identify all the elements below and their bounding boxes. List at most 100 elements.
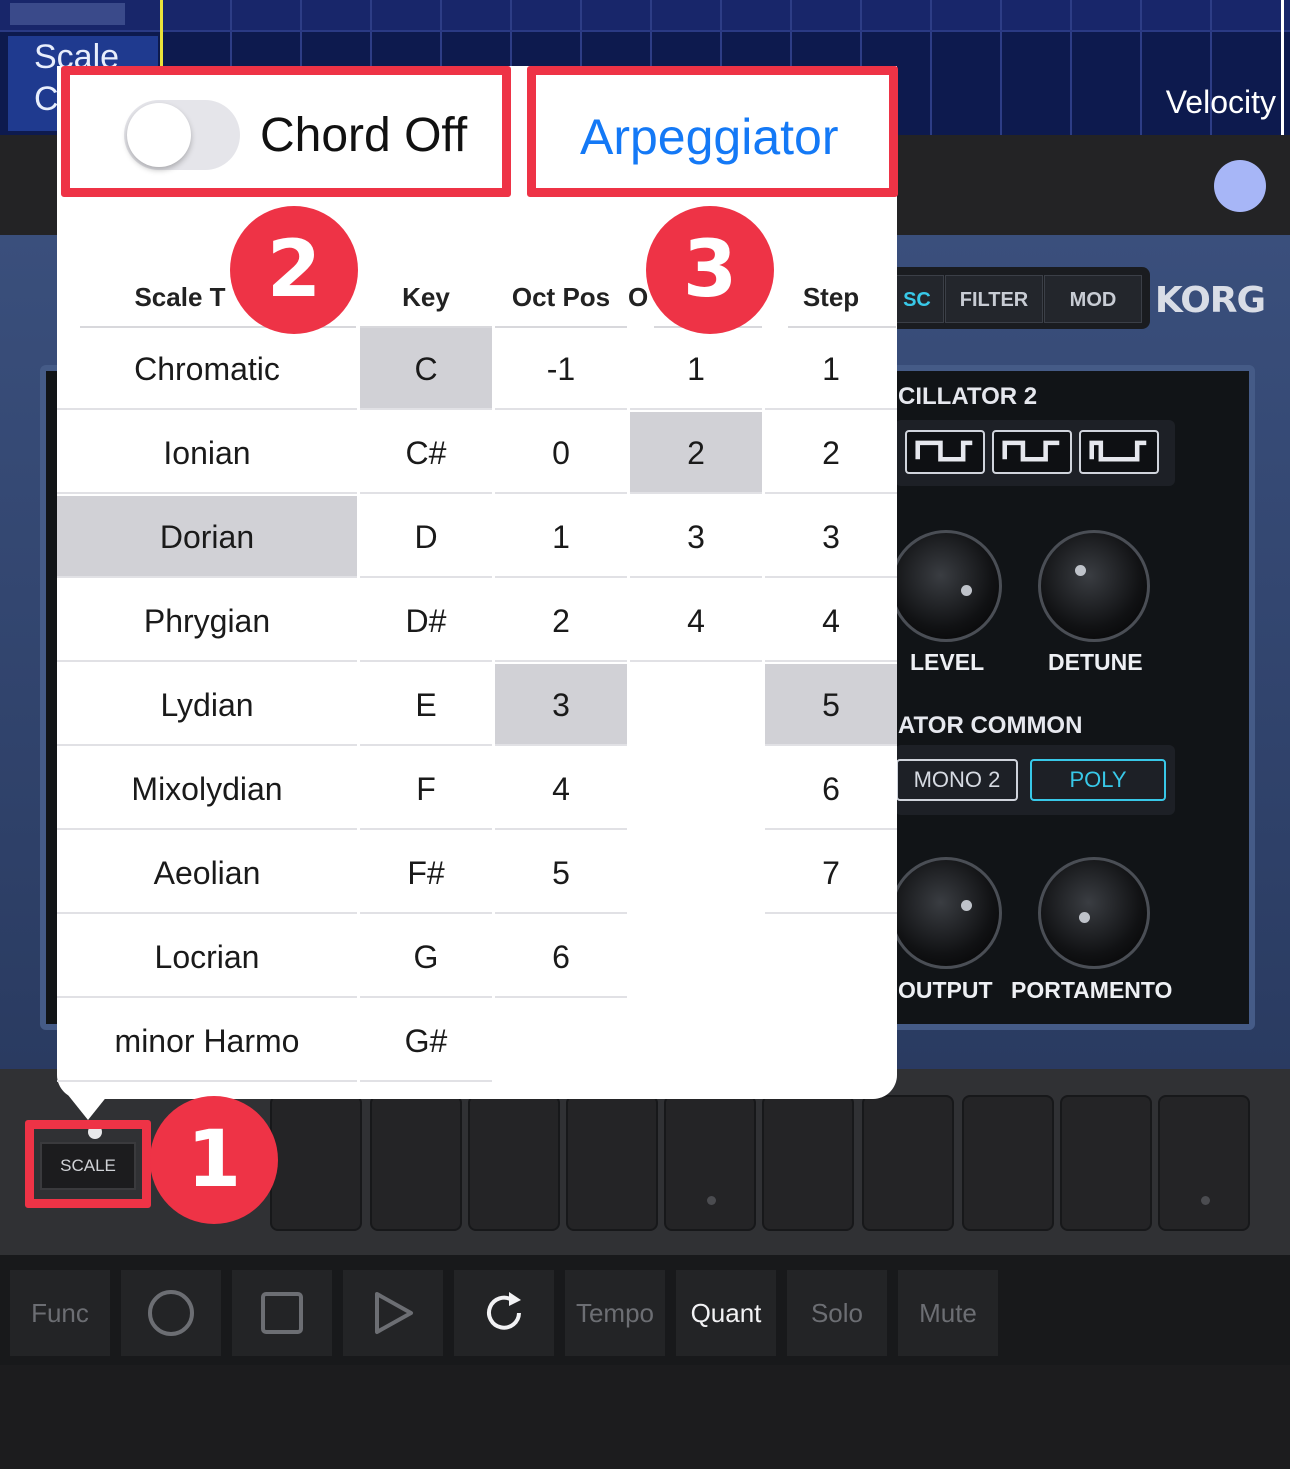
tempo-button[interactable]: Tempo (565, 1270, 665, 1356)
status-dot[interactable] (1214, 160, 1266, 212)
portamento-knob[interactable] (1038, 857, 1150, 969)
scale-type-option[interactable]: minor Harmo (57, 1000, 357, 1082)
pad[interactable] (1158, 1095, 1250, 1231)
callout-badge-1: 1 (150, 1096, 278, 1224)
output-label: OUTPUT (898, 977, 993, 1003)
roll-header-band (0, 0, 1290, 30)
roll-mini-block (10, 3, 125, 25)
key-option[interactable]: D (360, 496, 492, 578)
callout-badge-3: 3 (646, 206, 774, 334)
oct-pos-option[interactable]: 4 (495, 748, 627, 830)
output-knob[interactable] (890, 857, 1002, 969)
level-knob[interactable] (890, 530, 1002, 642)
roll-gridline (1070, 0, 1072, 135)
pad[interactable] (1060, 1095, 1152, 1231)
oct-option[interactable]: 3 (630, 496, 762, 578)
key-option[interactable]: F# (360, 832, 492, 914)
record-button[interactable] (121, 1270, 221, 1356)
scale-type-option[interactable]: Mixolydian (57, 748, 357, 830)
loop-icon (487, 1292, 521, 1330)
roll-gridline (1000, 0, 1002, 135)
scale-type-option[interactable]: Chromatic (57, 328, 357, 410)
bottom-area (0, 1365, 1290, 1469)
scale-type-option[interactable]: Dorian (57, 496, 357, 578)
key-option[interactable]: C# (360, 412, 492, 494)
pad[interactable] (566, 1095, 658, 1231)
step-header: Step (802, 282, 860, 312)
square-wave-button[interactable] (905, 430, 985, 474)
step-option[interactable]: 6 (765, 748, 897, 830)
poly-button[interactable]: POLY (1030, 759, 1166, 801)
app-screen: Scale C Velocity SC FILTER MOD KORG CILL… (0, 0, 1290, 1469)
oct-pos-option[interactable]: 0 (495, 412, 627, 494)
oct-pos-option[interactable]: 3 (495, 664, 627, 746)
play-button[interactable] (343, 1270, 443, 1356)
scale-highlight-box (25, 1120, 151, 1208)
key-option[interactable]: C (360, 328, 492, 410)
oct-pos-option[interactable]: -1 (495, 328, 627, 410)
roll-divider (0, 30, 1290, 32)
oct-header: O (628, 282, 649, 312)
step-option[interactable]: 2 (765, 412, 897, 494)
key-option[interactable]: G (360, 916, 492, 998)
mute-button[interactable]: Mute (898, 1270, 998, 1356)
step-option[interactable]: 4 (765, 580, 897, 662)
key-option[interactable]: F (360, 748, 492, 830)
tab-osc[interactable]: SC (890, 275, 944, 323)
korg-logo: KORG (1154, 280, 1266, 321)
level-label: LEVEL (910, 649, 985, 675)
pad[interactable] (862, 1095, 954, 1231)
pad[interactable] (468, 1095, 560, 1231)
scale-type-option[interactable]: Aeolian (57, 832, 357, 914)
square-wave-icon (1002, 440, 1060, 462)
pad[interactable] (664, 1095, 756, 1231)
popover-arrow (64, 1090, 112, 1120)
oct-option[interactable]: 4 (630, 580, 762, 662)
stop-button[interactable] (232, 1270, 332, 1356)
step-option[interactable]: 5 (765, 664, 897, 746)
key-option[interactable]: E (360, 664, 492, 746)
square-wave-button[interactable] (1079, 430, 1159, 474)
oct-pos-option[interactable]: 6 (495, 916, 627, 998)
scale-type-option[interactable]: Lydian (57, 664, 357, 746)
pad[interactable] (270, 1095, 362, 1231)
oct-option[interactable]: 2 (630, 412, 762, 494)
square-icon (261, 1292, 303, 1334)
play-icon (375, 1292, 413, 1334)
square-wave-icon (1089, 440, 1147, 462)
oct-option[interactable]: 1 (630, 328, 762, 410)
pad[interactable] (762, 1095, 854, 1231)
oscillator2-title: CILLATOR 2 (898, 383, 1038, 410)
roll-gridline (930, 0, 932, 135)
oct-pos-option[interactable]: 1 (495, 496, 627, 578)
oct-pos-option[interactable]: 2 (495, 580, 627, 662)
key-header: Key (402, 282, 450, 312)
key-option[interactable]: D# (360, 580, 492, 662)
detune-label: DETUNE (1048, 649, 1143, 675)
square-wave-button[interactable] (992, 430, 1072, 474)
oct-pos-header: Oct Pos (511, 282, 611, 312)
velocity-label: Velocity (1165, 84, 1276, 120)
chord-highlight-box (61, 66, 511, 197)
detune-knob[interactable] (1038, 530, 1150, 642)
step-option[interactable]: 1 (765, 328, 897, 410)
func-button[interactable]: Func (10, 1270, 110, 1356)
pad[interactable] (962, 1095, 1054, 1231)
loop-button[interactable] (454, 1270, 554, 1356)
tab-mod[interactable]: MOD (1044, 275, 1142, 323)
common-title: ATOR COMMON (898, 712, 1083, 739)
portamento-label: PORTAMENTO (1011, 977, 1173, 1003)
step-option[interactable]: 3 (765, 496, 897, 578)
mono2-button[interactable]: MONO 2 (896, 759, 1018, 801)
tab-filter[interactable]: FILTER (945, 275, 1043, 323)
key-option[interactable]: G# (360, 1000, 492, 1082)
pad[interactable] (370, 1095, 462, 1231)
scale-type-option[interactable]: Locrian (57, 916, 357, 998)
quant-button[interactable]: Quant (676, 1270, 776, 1356)
solo-button[interactable]: Solo (787, 1270, 887, 1356)
scale-type-option[interactable]: Ionian (57, 412, 357, 494)
scale-type-option[interactable]: Phrygian (57, 580, 357, 662)
oct-pos-option[interactable]: 5 (495, 832, 627, 914)
callout-badge-2: 2 (230, 206, 358, 334)
step-option[interactable]: 7 (765, 832, 897, 914)
